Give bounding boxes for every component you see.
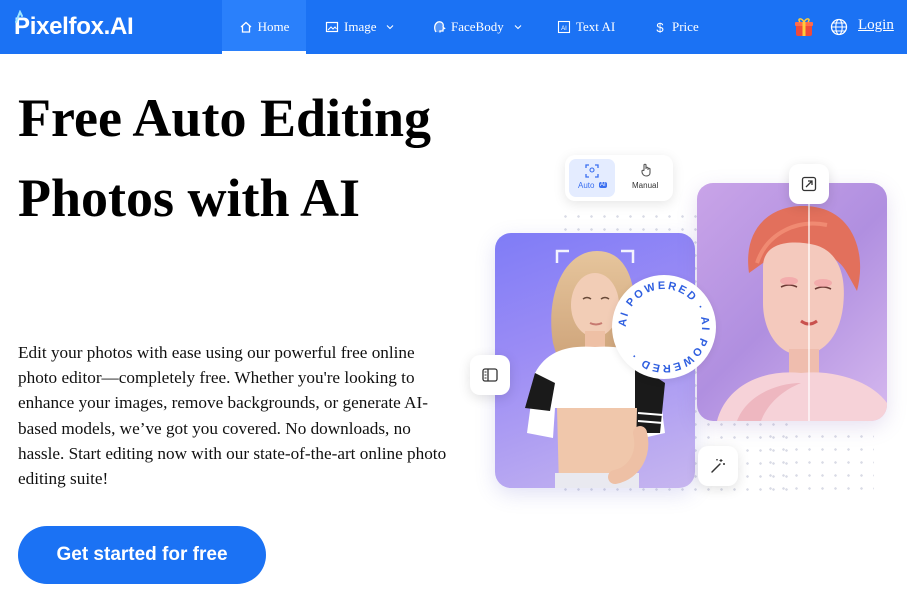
chevron-down-icon — [387, 25, 394, 30]
auto-manual-toggle[interactable]: Auto AI Manual — [565, 155, 673, 201]
nav-home[interactable]: Home — [222, 0, 306, 54]
manual-mode-label: Manual — [632, 181, 659, 190]
hero-title: Free Auto Editing Photos with AI — [18, 88, 432, 228]
expand-icon — [801, 176, 817, 192]
auto-mode-label: Auto — [578, 181, 595, 190]
svg-text:AI POWERED · AI POWERED ·: AI POWERED · AI POWERED · — [617, 280, 712, 374]
get-started-button[interactable]: Get started for free — [18, 526, 266, 584]
login-link[interactable]: Login — [858, 17, 894, 34]
after-photo — [697, 183, 887, 421]
nav-home-label: Home — [257, 19, 290, 34]
nav-price[interactable]: $ Price — [653, 0, 699, 54]
chevron-down-icon — [514, 25, 522, 30]
ai-powered-text: AI POWERED · AI POWERED · — [617, 280, 709, 374]
text-ai-icon: AI — [557, 20, 571, 34]
top-nav: Pixelfox.AI Home Image FaceBody AI Text … — [0, 0, 907, 54]
nav-image[interactable]: Image — [325, 0, 394, 54]
redhead-portrait-illustration — [717, 183, 887, 421]
logo[interactable]: Pixelfox.AI — [14, 10, 134, 42]
dot-grid-background — [764, 430, 874, 500]
gift-icon[interactable] — [793, 16, 815, 38]
magic-wand-icon — [711, 459, 725, 473]
nav-image-label: Image — [344, 19, 377, 34]
hand-pointer-icon — [641, 163, 651, 177]
logo-spark-icon — [15, 10, 23, 23]
compare-view-button[interactable] — [470, 355, 510, 395]
nav-text-ai-label: Text AI — [576, 19, 616, 34]
scan-face-icon — [585, 164, 599, 178]
image-icon — [325, 21, 339, 33]
face-icon — [434, 21, 446, 33]
nav-facebody[interactable]: FaceBody — [432, 0, 522, 54]
expand-button[interactable] — [789, 164, 829, 204]
home-icon — [240, 21, 252, 33]
brand-name: Pixelfox.AI — [14, 13, 134, 40]
nav-price-label: Price — [672, 19, 699, 34]
ai-powered-ring: AI POWERED · AI POWERED · — [617, 280, 712, 374]
dollar-icon: $ — [656, 20, 664, 34]
ai-badge: AI — [599, 182, 607, 188]
nav-facebody-label: FaceBody — [451, 19, 504, 34]
magic-edit-button[interactable] — [698, 446, 738, 486]
globe-icon[interactable] — [830, 18, 848, 36]
hero-description: Edit your photos with ease using our pow… — [18, 343, 447, 489]
ai-powered-badge: AI POWERED · AI POWERED · — [612, 275, 716, 379]
svg-text:AI: AI — [561, 26, 567, 32]
nav-text-ai[interactable]: AI Text AI — [557, 0, 615, 54]
hero-illustration: Auto AI Manual AI POWERED · AI POWERED · — [464, 140, 907, 520]
svg-text:$: $ — [656, 20, 664, 34]
split-view-icon — [482, 368, 498, 382]
auto-mode-option[interactable]: Auto AI — [569, 159, 615, 197]
